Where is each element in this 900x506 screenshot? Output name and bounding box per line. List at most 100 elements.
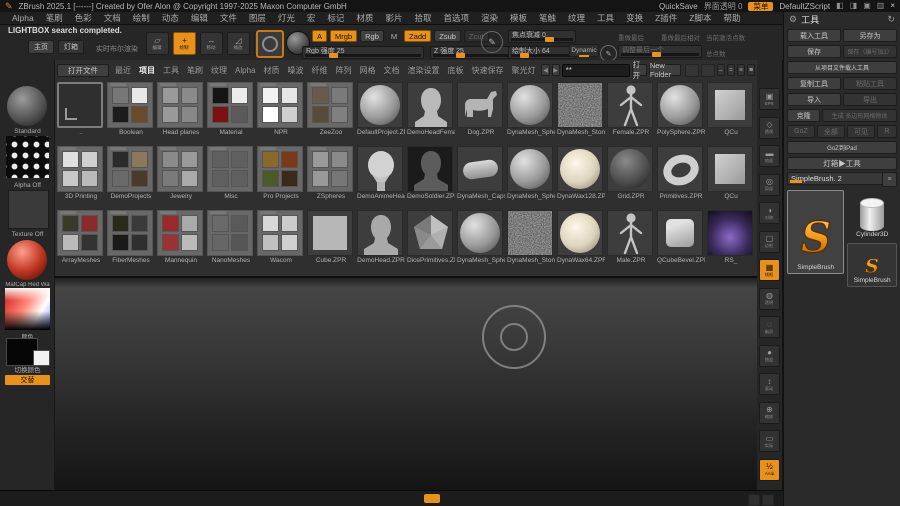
home-button[interactable]: 主页 [28,40,54,54]
tool-palette-header[interactable]: ⚙ 工具 ↻ [784,12,900,27]
menu-item-10[interactable]: 宏 [301,12,322,24]
right-strip-button-2[interactable]: ▬地面 [759,145,780,167]
lightbox-tab-9[interactable]: 阵列 [331,65,355,76]
replay-last-relative-button[interactable]: 重做最后相对 [661,32,700,42]
tool-button[interactable]: 另存为 [843,29,897,42]
view-size-1-icon[interactable]: – [717,64,725,76]
menu-item-0[interactable]: Alpha [6,13,40,23]
lightbox-tile[interactable]: DemoAnimeHead [357,146,405,201]
draw-size-slider[interactable]: 绘制大小 64 [508,46,576,59]
current-tool-slider[interactable]: SimpleBrush. 2 ≡ [787,172,897,185]
lightbox-tab-1[interactable]: 项目 [135,65,159,76]
lightbox-tile[interactable]: DemoSoldier.ZPR [407,146,455,201]
menu-item-22[interactable]: Z插件 [649,12,683,24]
material-thumbnail[interactable] [7,240,47,280]
lightbox-tile[interactable]: Boolean [107,82,155,137]
store-layout-icon[interactable]: ▣ [863,1,871,11]
lightbox-tile[interactable]: ArrayMeshes [57,210,105,265]
menu-item-14[interactable]: 拾取 [408,12,437,24]
lightbox-tab-3[interactable]: 笔刷 [183,65,207,76]
current-brush-thumbnail[interactable] [7,86,47,126]
lightbox-tile[interactable]: Misc [207,146,255,201]
lightbox-action-button[interactable] [685,64,699,77]
bottom-tray-handle[interactable] [424,494,440,503]
lightbox-tile[interactable]: DemoHead.ZPR [357,210,405,265]
lightbox-tile[interactable]: DynaMesh_Capsu [457,146,505,201]
paint-button-rgb[interactable]: Rgb [360,30,384,42]
right-tray-toggle-icon[interactable]: ◨ [850,1,858,11]
lightbox-tile[interactable]: Cube.ZPR [307,210,355,265]
lightbox-button[interactable]: 灯箱 [58,40,84,54]
replay-last-button[interactable]: 重做最后 [618,32,644,42]
menu-item-1[interactable]: 笔刷 [40,12,69,24]
bottom-bar-icon[interactable] [748,494,760,506]
menu-item-19[interactable]: 纹理 [562,12,591,24]
right-strip-button-9[interactable]: ●独显 [759,345,780,367]
left-tray-toggle-icon[interactable]: ◧ [836,1,844,11]
slider-handle[interactable] [456,53,465,58]
mode-button-2[interactable]: ↔移动 [200,32,223,55]
lightbox-tile[interactable]: PolySphere.ZPR [657,82,705,137]
bottom-bar-icon[interactable] [762,494,774,506]
mode-button-3[interactable]: ◿缩放 [227,32,250,55]
lightbox-tab-7[interactable]: 噪波 [283,65,307,76]
menu-item-9[interactable]: 灯光 [272,12,301,24]
lightbox-tab-14[interactable]: 快速保存 [467,65,507,76]
tool-button[interactable]: 可见 [847,125,875,138]
paint-button-m[interactable]: M [387,30,401,42]
draw-pointer-icon[interactable]: ✎ [481,31,503,53]
lightbox-tile[interactable]: DemoHeadFema [407,82,455,137]
lightbox-tile[interactable]: DynaMesh_Stone [557,82,605,137]
menu-item-5[interactable]: 动态 [156,12,185,24]
menu-item-4[interactable]: 绘制 [127,12,156,24]
lightbox-tab-0[interactable]: 最近 [111,65,135,76]
lightbox-tile[interactable]: Jewelry [157,146,205,201]
view-size-2-icon[interactable]: = [727,64,735,76]
right-strip-button-5[interactable]: ▢边框 [759,231,780,253]
lightbox-tile[interactable]: QCu [707,82,755,137]
lightbox-tab-15[interactable]: 聚光灯 [507,65,539,76]
lightbox-tile[interactable]: FiberMeshes [107,210,155,265]
tool-button[interactable]: R [877,125,897,138]
lightbox-tile[interactable]: QCu [707,146,755,201]
menu-item-12[interactable]: 材质 [350,12,379,24]
live-boolean-toggle[interactable]: 实时布尔渲染 [96,44,138,54]
stroke-dots-thumbnail[interactable] [6,136,49,178]
menu-item-2[interactable]: 色彩 [69,12,98,24]
lightbox-tile[interactable]: DynaWax128.ZPR [557,146,605,201]
switch-color-button[interactable]: 切换颜色 [0,364,55,374]
slider-handle[interactable] [652,52,661,57]
lightbox-tile[interactable]: Pro Projects [257,146,305,201]
tool-button[interactable]: 载入工具 [787,29,841,42]
texture-off-label[interactable]: Texture Off [0,231,55,238]
rgb-intensity-slider[interactable]: Rgb 强度 25 [302,46,424,59]
lightbox-tile[interactable]: Dog.ZPR [457,82,505,137]
material-ring-button[interactable] [256,30,284,58]
lightbox-tile[interactable]: RS_ [707,210,755,265]
lightbox-tab-13[interactable]: 底板 [443,65,467,76]
lightbox-tile[interactable]: NPR [257,82,305,137]
lightbox-tab-4[interactable]: 纹理 [207,65,231,76]
lightbox-tile[interactable]: Primitives.ZPR [657,146,705,201]
lightbox-tile[interactable]: .. [57,82,105,137]
menu-item-23[interactable]: Z脚本 [683,12,717,24]
lightbox-tab-6[interactable]: 材质 [259,65,283,76]
lightbox-tab-8[interactable]: 纤维 [307,65,331,76]
lightbox-tile[interactable]: DynaMesh_Sphe [507,82,555,137]
reload-icon[interactable]: ↻ [887,14,895,25]
tool-thumbnail[interactable]: SSimpleBrush [847,243,897,287]
slider-handle[interactable] [329,53,338,58]
paint-button-zadd[interactable]: Zadd [404,30,431,42]
right-strip-button-13[interactable]: ½AA半 [759,459,780,481]
view-size-3-icon[interactable]: ≡ [737,64,745,76]
lightbox-tile[interactable]: Head planes [157,82,205,137]
slider-handle[interactable] [545,37,554,42]
lightbox-tile[interactable]: DemoProjects [107,146,155,201]
right-strip-button-3[interactable]: ◎局部 [759,174,780,196]
menu-item-7[interactable]: 文件 [214,12,243,24]
tool-thumbnail[interactable]: Cylinder3D [847,190,897,240]
lightbox-tile[interactable]: NanoMeshes [207,210,255,265]
open-file-button[interactable]: 打开文件 [57,64,109,77]
right-strip-button-8[interactable]: ◌幽灵 [759,316,780,338]
adjust-last-slider[interactable]: 调整最后一个 [618,45,702,58]
